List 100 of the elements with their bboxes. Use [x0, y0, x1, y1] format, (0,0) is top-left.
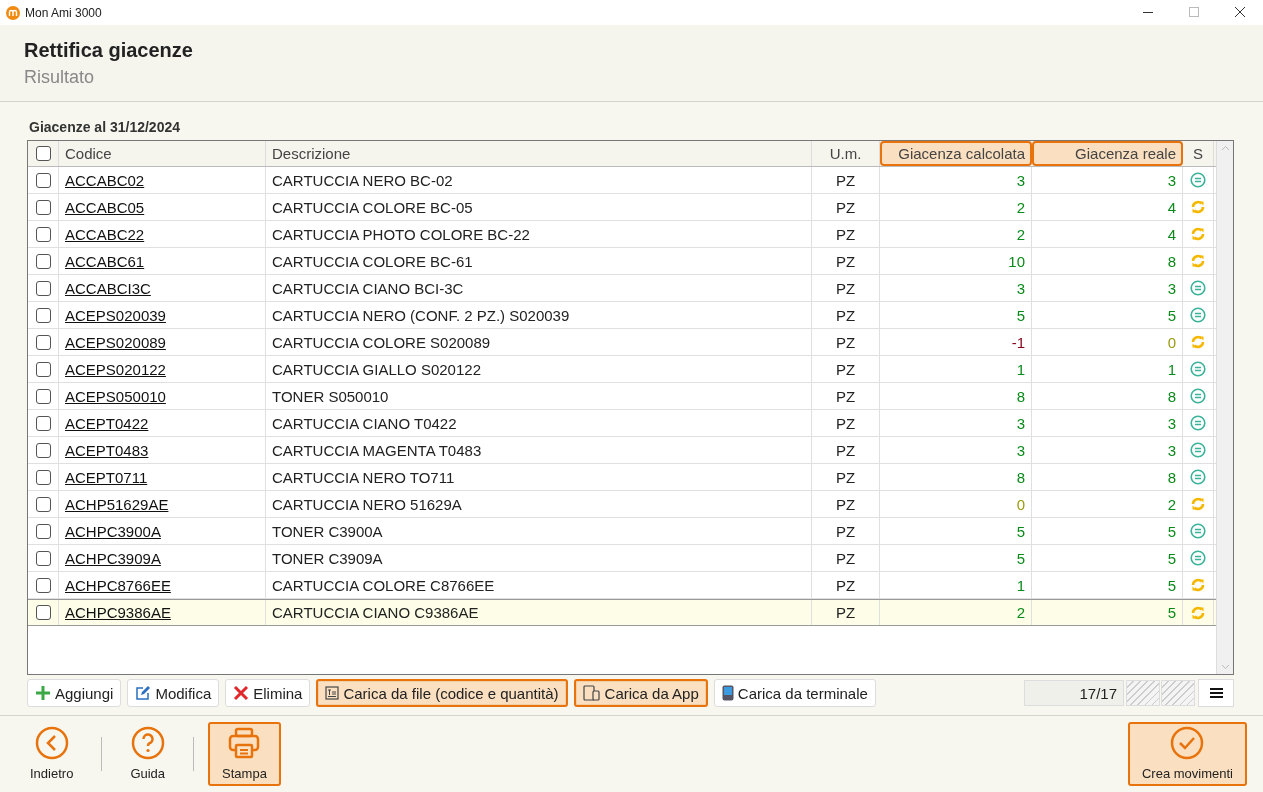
- footer-button[interactable]: Guida: [116, 721, 180, 786]
- checkbox[interactable]: [35, 334, 51, 350]
- table-cell: 4: [1032, 221, 1183, 247]
- table-cell: CARTUCCIA CIANO C9386AE: [266, 600, 812, 625]
- item-code-link[interactable]: ACEPS050010: [65, 387, 166, 405]
- table-row[interactable]: ACCABC05 CARTUCCIA COLORE BC-05 PZ 2 4: [28, 194, 1216, 221]
- checkbox[interactable]: [35, 307, 51, 323]
- item-code-link[interactable]: ACEPT0422: [65, 414, 149, 432]
- table-row[interactable]: ACEPS020039 CARTUCCIA NERO (CONF. 2 PZ.) S020039 PZ 5 5: [28, 302, 1216, 329]
- toolbar-button[interactable]: Carica da App: [573, 679, 708, 707]
- footer-button[interactable]: Stampa: [208, 721, 281, 786]
- checkbox[interactable]: [35, 388, 51, 404]
- table-cell: 2: [1032, 491, 1183, 517]
- table-cell: PZ: [812, 464, 880, 490]
- table-row[interactable]: ACEPT0422 CARTUCCIA CIANO T0422 PZ 3 3: [28, 410, 1216, 437]
- column-header[interactable]: Descrizione: [266, 141, 812, 166]
- item-code-link[interactable]: ACHPC8766EE: [65, 576, 171, 594]
- item-code-link[interactable]: ACEPS020039: [65, 306, 166, 324]
- table-row[interactable]: ACEPT0483 CARTUCCIA MAGENTA T0483 PZ 3 3: [28, 437, 1216, 464]
- table-row[interactable]: ACHPC9386AE CARTUCCIA CIANO C9386AE PZ 2 5: [28, 599, 1216, 626]
- edit-icon: [135, 685, 152, 701]
- column-header[interactable]: S: [1183, 141, 1214, 166]
- table-cell: 5: [1032, 518, 1183, 544]
- checkbox[interactable]: [35, 415, 51, 431]
- checkbox[interactable]: [35, 226, 51, 242]
- section-title: Giacenze al 31/12/2024: [29, 119, 181, 135]
- table-row[interactable]: ACCABC02 CARTUCCIA NERO BC-02 PZ 3 3: [28, 167, 1216, 194]
- table-cell: PZ: [812, 437, 880, 463]
- toolbar-button[interactable]: Elimina: [225, 679, 311, 707]
- table-cell: 3: [1032, 167, 1183, 193]
- table-cell: PZ: [812, 167, 880, 193]
- checkbox[interactable]: [35, 469, 51, 485]
- checkbox[interactable]: [35, 577, 51, 593]
- equal-circle-icon: [1190, 172, 1206, 188]
- table-cell: PZ: [812, 248, 880, 274]
- column-header[interactable]: Giacenza reale: [1032, 141, 1183, 166]
- item-code-link[interactable]: ACCABCI3C: [65, 279, 151, 297]
- item-code-link[interactable]: ACHPC3900A: [65, 522, 161, 540]
- table-row[interactable]: ACEPS020122 CARTUCCIA GIALLO S020122 PZ 1 1: [28, 356, 1216, 383]
- item-code-link[interactable]: ACCABC22: [65, 225, 145, 243]
- toolbar-button[interactable]: Modifica: [127, 679, 220, 707]
- cross-icon: [233, 685, 250, 701]
- refresh-icon: [1190, 577, 1206, 593]
- menu-icon: [1209, 687, 1223, 699]
- table-row[interactable]: ACCABC22 CARTUCCIA PHOTO COLORE BC-22 PZ 2 4: [28, 221, 1216, 248]
- table-cell: 2: [880, 600, 1032, 625]
- checkbox[interactable]: [35, 199, 51, 215]
- table-cell: CARTUCCIA CIANO BCI-3C: [266, 275, 812, 301]
- table-cell: 2: [880, 221, 1032, 247]
- item-code-link[interactable]: ACCABC61: [65, 252, 145, 270]
- document-icon: [325, 686, 340, 700]
- table-cell: PZ: [812, 302, 880, 328]
- table-cell: 3: [1032, 275, 1183, 301]
- table-cell: CARTUCCIA MAGENTA T0483: [266, 437, 812, 463]
- item-code-link[interactable]: ACCABC02: [65, 171, 145, 189]
- footer-button[interactable]: Crea movimenti: [1127, 721, 1247, 786]
- item-code-link[interactable]: ACHP51629AE: [65, 495, 169, 513]
- equal-circle-icon: [1190, 388, 1206, 404]
- checkbox[interactable]: [35, 280, 51, 296]
- table-row[interactable]: ACHPC3900A TONER C3900A PZ 5 5: [28, 518, 1216, 545]
- equal-circle-icon: [1190, 523, 1206, 539]
- table-cell: 2: [880, 194, 1032, 220]
- table-cell: 3: [880, 167, 1032, 193]
- table-cell: CARTUCCIA GIALLO S020122: [266, 356, 812, 382]
- column-header[interactable]: Giacenza calcolata: [880, 141, 1032, 166]
- window-title: Mon Ami 3000: [25, 5, 103, 20]
- checkbox[interactable]: [35, 361, 51, 377]
- table-row[interactable]: ACCABC61 CARTUCCIA COLORE BC-61 PZ 10 8: [28, 248, 1216, 275]
- table-row[interactable]: ACCABCI3C CARTUCCIA CIANO BCI-3C PZ 3 3: [28, 275, 1216, 302]
- checkbox[interactable]: [35, 496, 51, 512]
- item-code-link[interactable]: ACEPS020089: [65, 333, 166, 351]
- checkbox[interactable]: [35, 253, 51, 269]
- column-header[interactable]: Codice: [59, 141, 266, 166]
- checkbox[interactable]: [35, 172, 51, 188]
- item-code-link[interactable]: ACHPC3909A: [65, 549, 161, 567]
- checkbox[interactable]: [35, 146, 51, 161]
- table-row[interactable]: ACEPT0711 CARTUCCIA NERO TO711 PZ 8 8: [28, 464, 1216, 491]
- item-code-link[interactable]: ACHPC9386AE: [65, 604, 171, 621]
- toolbar-button[interactable]: Carica da file (codice e quantità): [316, 679, 568, 707]
- toolbar-button[interactable]: Aggiungi: [27, 679, 122, 707]
- table-row[interactable]: ACEPS020089 CARTUCCIA COLORE S020089 PZ -1 0: [28, 329, 1216, 356]
- checkbox[interactable]: [35, 550, 51, 566]
- item-code-link[interactable]: ACEPT0711: [65, 468, 148, 486]
- checkbox[interactable]: [35, 605, 51, 620]
- table-cell: 8: [880, 383, 1032, 409]
- table-cell: 0: [1032, 329, 1183, 355]
- item-code-link[interactable]: ACEPS020122: [65, 360, 166, 378]
- checkbox[interactable]: [35, 523, 51, 539]
- table-cell: 5: [880, 545, 1032, 571]
- table-row[interactable]: ACHPC3909A TONER C3909A PZ 5 5: [28, 545, 1216, 572]
- table-row[interactable]: ACHP51629AE CARTUCCIA NERO 51629A PZ 0 2: [28, 491, 1216, 518]
- checkbox[interactable]: [35, 442, 51, 458]
- table-cell: 3: [1032, 410, 1183, 436]
- toolbar-button[interactable]: Carica da terminale: [713, 679, 876, 707]
- item-code-link[interactable]: ACCABC05: [65, 198, 145, 216]
- table-cell: PZ: [812, 194, 880, 220]
- item-code-link[interactable]: ACEPT0483: [65, 441, 149, 459]
- footer-button[interactable]: Indietro: [16, 721, 88, 786]
- table-row[interactable]: ACEPS050010 TONER S050010 PZ 8 8: [28, 383, 1216, 410]
- menu-button[interactable]: [1198, 679, 1234, 707]
